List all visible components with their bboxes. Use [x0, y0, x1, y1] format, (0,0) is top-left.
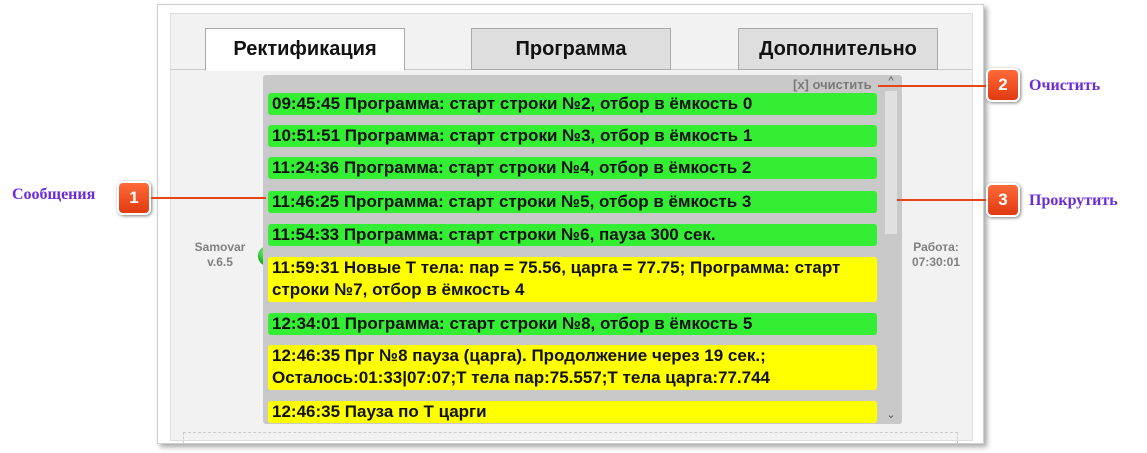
log-message: 11:46:25 Программа: старт строки №5, отб… [268, 191, 877, 213]
tab-program[interactable]: Программа [471, 28, 671, 70]
runtime-info: Работа: 07:30:01 [901, 240, 971, 270]
callout-badge-2: 2 [986, 68, 1020, 102]
callout-badge-3: 3 [986, 183, 1020, 217]
device-version: v.6.5 [207, 255, 233, 269]
runtime-value: 07:30:01 [911, 255, 961, 269]
runtime-label: Работа: [913, 240, 959, 254]
device-info: Samovar v.6.5 [185, 240, 255, 270]
callout-badge-1: 1 [117, 181, 151, 215]
log-message: 12:46:35 Пауза по Т царги [268, 401, 877, 423]
callout-label-messages: Сообщения [12, 186, 96, 203]
log-message: 10:51:51 Программа: старт строки №3, отб… [268, 125, 877, 147]
log-message: 11:59:31 Новые Т тела: пар = 75.56, царг… [268, 257, 877, 302]
bottom-dashed-area [183, 432, 958, 444]
screenshot-stage: Ректификация Программа Дополнительно Sam… [0, 0, 1147, 453]
tab-additional[interactable]: Дополнительно [738, 28, 938, 70]
callout-line-3 [897, 199, 986, 201]
log-message: 11:24:36 Программа: старт строки №4, отб… [268, 157, 877, 179]
scrollbar-thumb[interactable] [885, 91, 897, 234]
device-name: Samovar [194, 240, 246, 254]
callout-line-2 [878, 85, 986, 87]
log-message: 12:34:01 Программа: старт строки №8, отб… [268, 313, 877, 335]
log-message: 12:46:35 Прг №8 пауза (царга). Продолжен… [268, 345, 877, 390]
log-message: 11:54:33 Программа: старт строки №6, пау… [268, 224, 877, 246]
log-message: 09:45:45 Программа: старт строки №2, отб… [268, 93, 877, 115]
callout-label-clear: Очистить [1029, 77, 1101, 94]
tab-rectification[interactable]: Ректификация [205, 28, 405, 71]
message-log[interactable]: [x] очистить 09:45:45 Программа: старт с… [263, 75, 902, 424]
clear-log-button[interactable]: [x] очистить [793, 77, 872, 92]
callout-line-1 [151, 197, 266, 199]
callout-label-scroll: Прокрутить [1029, 192, 1118, 209]
chevron-down-icon[interactable]: ⌄ [882, 408, 900, 422]
